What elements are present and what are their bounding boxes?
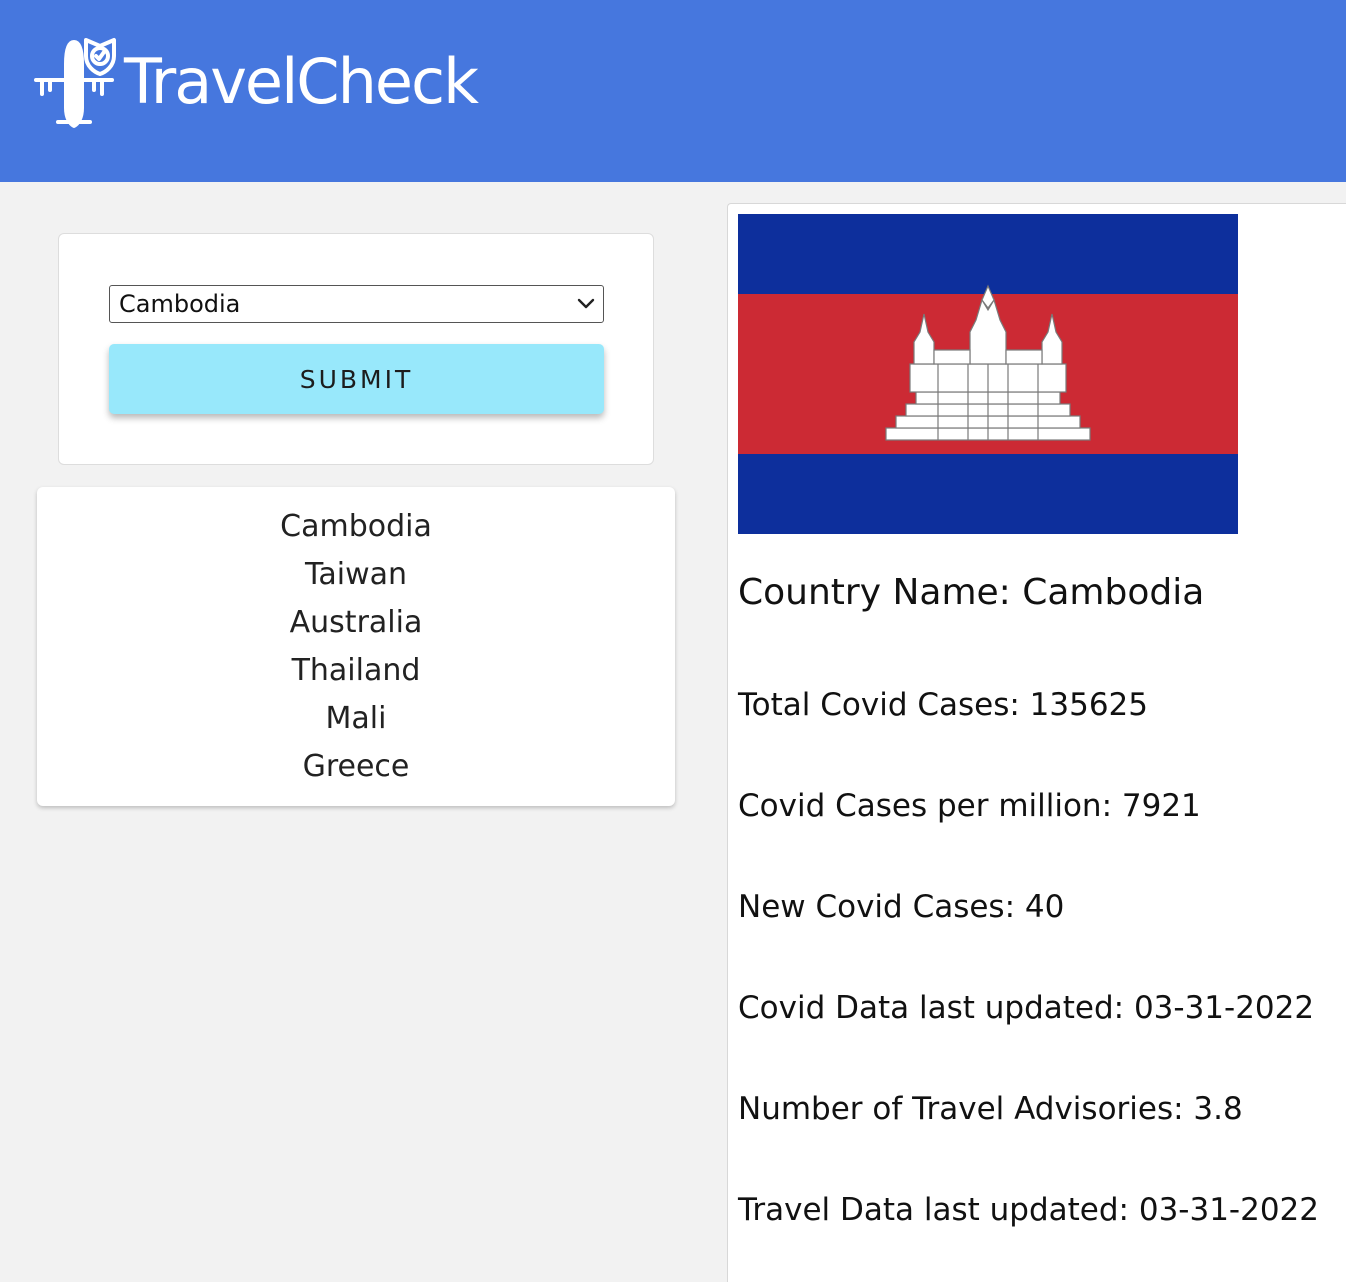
chevron-down-icon	[577, 298, 595, 309]
country-name-heading: Country Name: Cambodia	[738, 572, 1205, 613]
travel-shield-plane-icon	[34, 38, 116, 128]
total-covid-cases: Total Covid Cases: 135625	[738, 687, 1149, 723]
history-item-cambodia[interactable]: Cambodia	[37, 503, 675, 551]
history-item-greece[interactable]: Greece	[37, 743, 675, 791]
country-select[interactable]: Cambodia	[109, 285, 604, 323]
history-item-australia[interactable]: Australia	[37, 599, 675, 647]
country-search-card: Cambodia SUBMIT	[58, 233, 654, 465]
history-item-mali[interactable]: Mali	[37, 695, 675, 743]
brand-logo-text[interactable]: TravelCheck	[124, 44, 479, 120]
travel-data-last-updated: Travel Data last updated: 03-31-2022	[738, 1192, 1320, 1228]
history-item-taiwan[interactable]: Taiwan	[37, 551, 675, 599]
covid-cases-per-million: Covid Cases per million: 7921	[738, 788, 1201, 824]
app-header: TravelCheck	[0, 0, 1346, 182]
cambodia-flag-icon	[738, 214, 1238, 534]
search-history-list: Cambodia Taiwan Australia Thailand Mali …	[37, 487, 675, 806]
history-item-thailand[interactable]: Thailand	[37, 647, 675, 695]
country-select-value: Cambodia	[119, 290, 241, 318]
submit-button[interactable]: SUBMIT	[109, 344, 604, 414]
travel-advisories-count: Number of Travel Advisories: 3.8	[738, 1091, 1243, 1127]
covid-data-last-updated: Covid Data last updated: 03-31-2022	[738, 990, 1315, 1026]
new-covid-cases: New Covid Cases: 40	[738, 889, 1065, 925]
country-detail-panel: Country Name: Cambodia Total Covid Cases…	[727, 203, 1346, 1282]
